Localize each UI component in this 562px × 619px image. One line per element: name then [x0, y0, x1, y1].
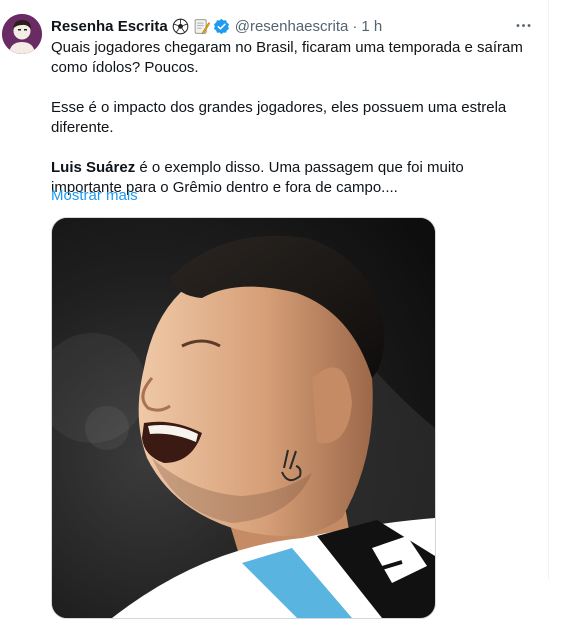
memo-icon	[193, 18, 210, 35]
tweet-header: Resenha Escrita @resenhaescrita · 1 h	[51, 16, 382, 36]
tweet-media-photo[interactable]	[51, 217, 436, 619]
soccer-ball-icon	[172, 18, 189, 35]
more-options-icon	[516, 23, 530, 27]
author-handle[interactable]: @resenhaescrita	[235, 18, 349, 35]
show-more-link[interactable]: Mostrar mais	[51, 186, 138, 206]
highlighted-player-name: Luis Suárez	[51, 159, 136, 176]
more-options-button[interactable]	[508, 12, 538, 38]
verified-badge-icon[interactable]	[213, 18, 230, 35]
tweet[interactable]: Resenha Escrita @resenhaescrita · 1 h Qu…	[0, 0, 548, 619]
timeline-column-border	[548, 0, 549, 579]
separator-dot: ·	[352, 17, 358, 35]
avatar[interactable]	[2, 14, 42, 54]
tweet-text: Quais jogadores chegaram no Brasil, fica…	[51, 38, 531, 198]
tweet-paragraph: Esse é o impacto dos grandes jogadores, …	[51, 99, 507, 136]
timestamp[interactable]: 1 h	[361, 18, 382, 35]
author-name[interactable]: Resenha Escrita	[51, 18, 168, 35]
tweet-paragraph: Quais jogadores chegaram no Brasil, fica…	[51, 39, 523, 76]
